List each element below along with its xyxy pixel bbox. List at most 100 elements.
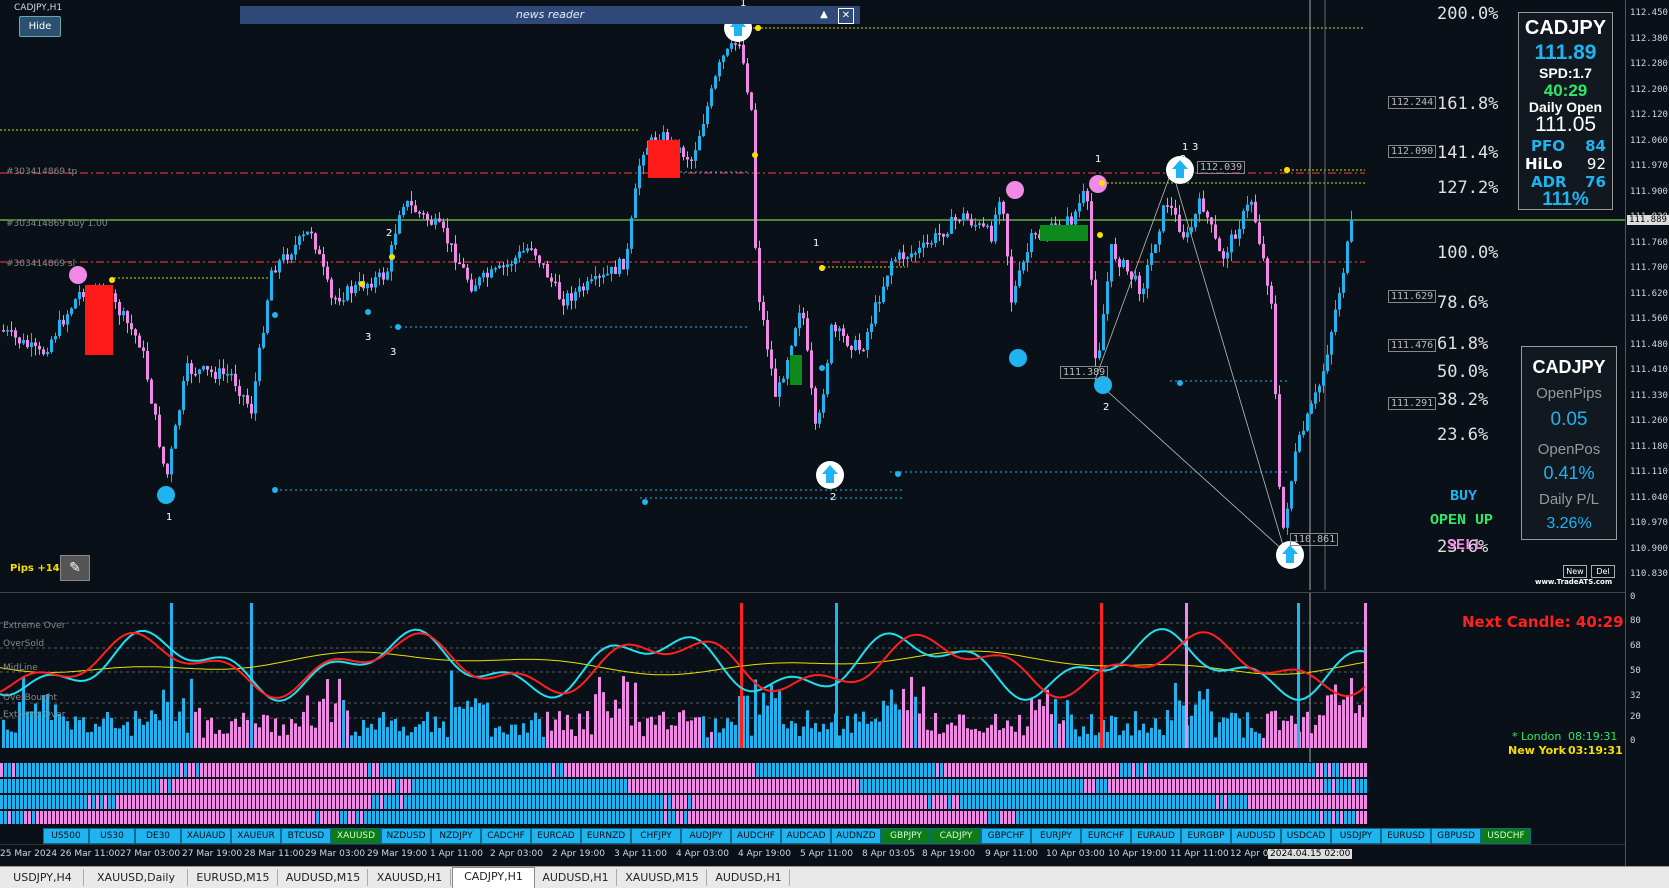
strip-cell [632,779,635,793]
news-close-button[interactable]: ✕ [838,8,854,24]
price-chart-canvas[interactable]: 123131221123 [0,0,1625,590]
candle-body [494,268,497,270]
strip-cell [876,779,879,793]
strip-cell [648,795,651,809]
pair-button-eurchf[interactable]: EURCHF [1081,828,1131,844]
pair-button-eurusd[interactable]: EURUSD [1381,828,1431,844]
histogram-bar [642,736,645,748]
strip-cell [1032,763,1035,777]
histogram-bar [102,718,105,748]
histogram-bar [1226,718,1229,748]
strip-cell [8,795,11,809]
strip-cell [548,779,551,793]
oscillator-window[interactable]: Extreme Over OverSold MidLine OverBought… [0,592,1625,763]
tab-xauusd-h1[interactable]: XAUUSD,H1 [369,869,451,886]
pair-button-btcusd[interactable]: BTCUSD [281,828,331,844]
candle-body [478,277,481,286]
pair-button-audnzd[interactable]: AUDNZD [831,828,881,844]
hide-button[interactable]: Hide [19,16,61,37]
strip-cell [56,779,59,793]
strip-cell [440,811,443,825]
pair-button-usdjpy[interactable]: USDJPY [1331,828,1381,844]
tab-eurusd-m15[interactable]: EURUSD,M15 [189,869,278,886]
news-minimize-button[interactable]: ▲ [817,8,831,22]
tab-xauusd-m15[interactable]: XAUUSD,M15 [618,869,707,886]
del-button[interactable]: Del [1591,565,1615,578]
histogram-bar [846,715,849,748]
pair-button-audchf[interactable]: AUDCHF [731,828,781,844]
pair-button-us30[interactable]: US30 [89,828,135,844]
strip-cell [772,811,775,825]
news-reader-bar[interactable]: news reader [240,6,860,24]
strip-cell [44,779,47,793]
strip-cell [1352,779,1355,793]
new-button[interactable]: New [1563,565,1587,578]
main-chart[interactable]: 123131221123 CADJPY,H1 Hide news reader … [0,0,1625,590]
histogram-bar [586,711,589,748]
strip-cell [16,763,19,777]
pair-button-usdchf[interactable]: USDCHF [1481,828,1531,844]
pair-button-gbpchf[interactable]: GBPCHF [981,828,1031,844]
strip-cell [500,795,503,809]
candle-body [454,243,457,263]
pair-button-nzdusd[interactable]: NZDUSD [381,828,431,844]
strip-cell [1304,779,1307,793]
pair-button-eurcad[interactable]: EURCAD [531,828,581,844]
pair-button-gbpjpy[interactable]: GBPJPY [881,828,931,844]
strip-cell [72,779,75,793]
pair-button-gbpusd[interactable]: GBPUSD [1431,828,1481,844]
pair-button-us500[interactable]: US500 [43,828,89,844]
pair-button-euraud[interactable]: EURAUD [1131,828,1181,844]
strip-cell [424,811,427,825]
tab-audusd-h1[interactable]: AUDUSD,H1 [708,869,790,886]
pair-button-xauaud[interactable]: XAUAUD [181,828,231,844]
tab-usdjpy-h4[interactable]: USDJPY,H4 [2,869,84,886]
pair-button-xauusd[interactable]: XAUUSD [331,828,381,844]
tab-xauusd-daily[interactable]: XAUUSD,Daily [85,869,188,886]
strip-cell [104,779,107,793]
pair-button-audusd[interactable]: AUDUSD [1231,828,1281,844]
candle-body [326,266,329,280]
strip-cell [384,763,387,777]
pair-button-cadjpy[interactable]: CADJPY [931,828,981,844]
tab-audusd-m15[interactable]: AUDUSD,M15 [279,869,368,886]
pair-button-xaueur[interactable]: XAUEUR [231,828,281,844]
strip-cell [696,779,699,793]
strip-cell [88,763,91,777]
tab-cadjpy-h1[interactable]: CADJPY,H1 [452,867,535,888]
tab-audusd-h1[interactable]: AUDUSD,H1 [535,869,617,886]
pair-button-nzdjpy[interactable]: NZDJPY [431,828,481,844]
pair-button-audcad[interactable]: AUDCAD [781,828,831,844]
strip-cell [752,811,755,825]
histogram-bar [674,725,677,748]
strip-cell [640,795,643,809]
pair-button-usdcad[interactable]: USDCAD [1281,828,1331,844]
candle-body [946,233,949,237]
pair-button-eurgbp[interactable]: EURGBP [1181,828,1231,844]
pencil-icon[interactable]: ✎ [60,555,90,581]
pair-button-chfjpy[interactable]: CHFJPY [631,828,681,844]
strip-cell [860,763,863,777]
histogram-bar [114,728,117,748]
histogram-bar [410,732,413,748]
histogram-bar [10,731,13,748]
strip-cell [48,811,51,825]
pair-button-eurnzd[interactable]: EURNZD [581,828,631,844]
strip-cell [1244,779,1247,793]
histogram-bar [394,718,397,748]
histogram-bar [626,681,629,748]
candle-body [570,293,573,301]
pair-button-audjpy[interactable]: AUDJPY [681,828,731,844]
strip-cell [688,811,691,825]
strip-cell [252,779,255,793]
strip-cell [504,779,507,793]
strip-cell [616,763,619,777]
candle-body [630,218,633,249]
histogram-bar [850,732,853,748]
strip-cell [1204,779,1207,793]
candle-body [954,216,957,220]
pair-button-de30[interactable]: DE30 [135,828,181,844]
pair-button-cadchf[interactable]: CADCHF [481,828,531,844]
pair-button-eurjpy[interactable]: EURJPY [1031,828,1081,844]
strip-cell [804,779,807,793]
